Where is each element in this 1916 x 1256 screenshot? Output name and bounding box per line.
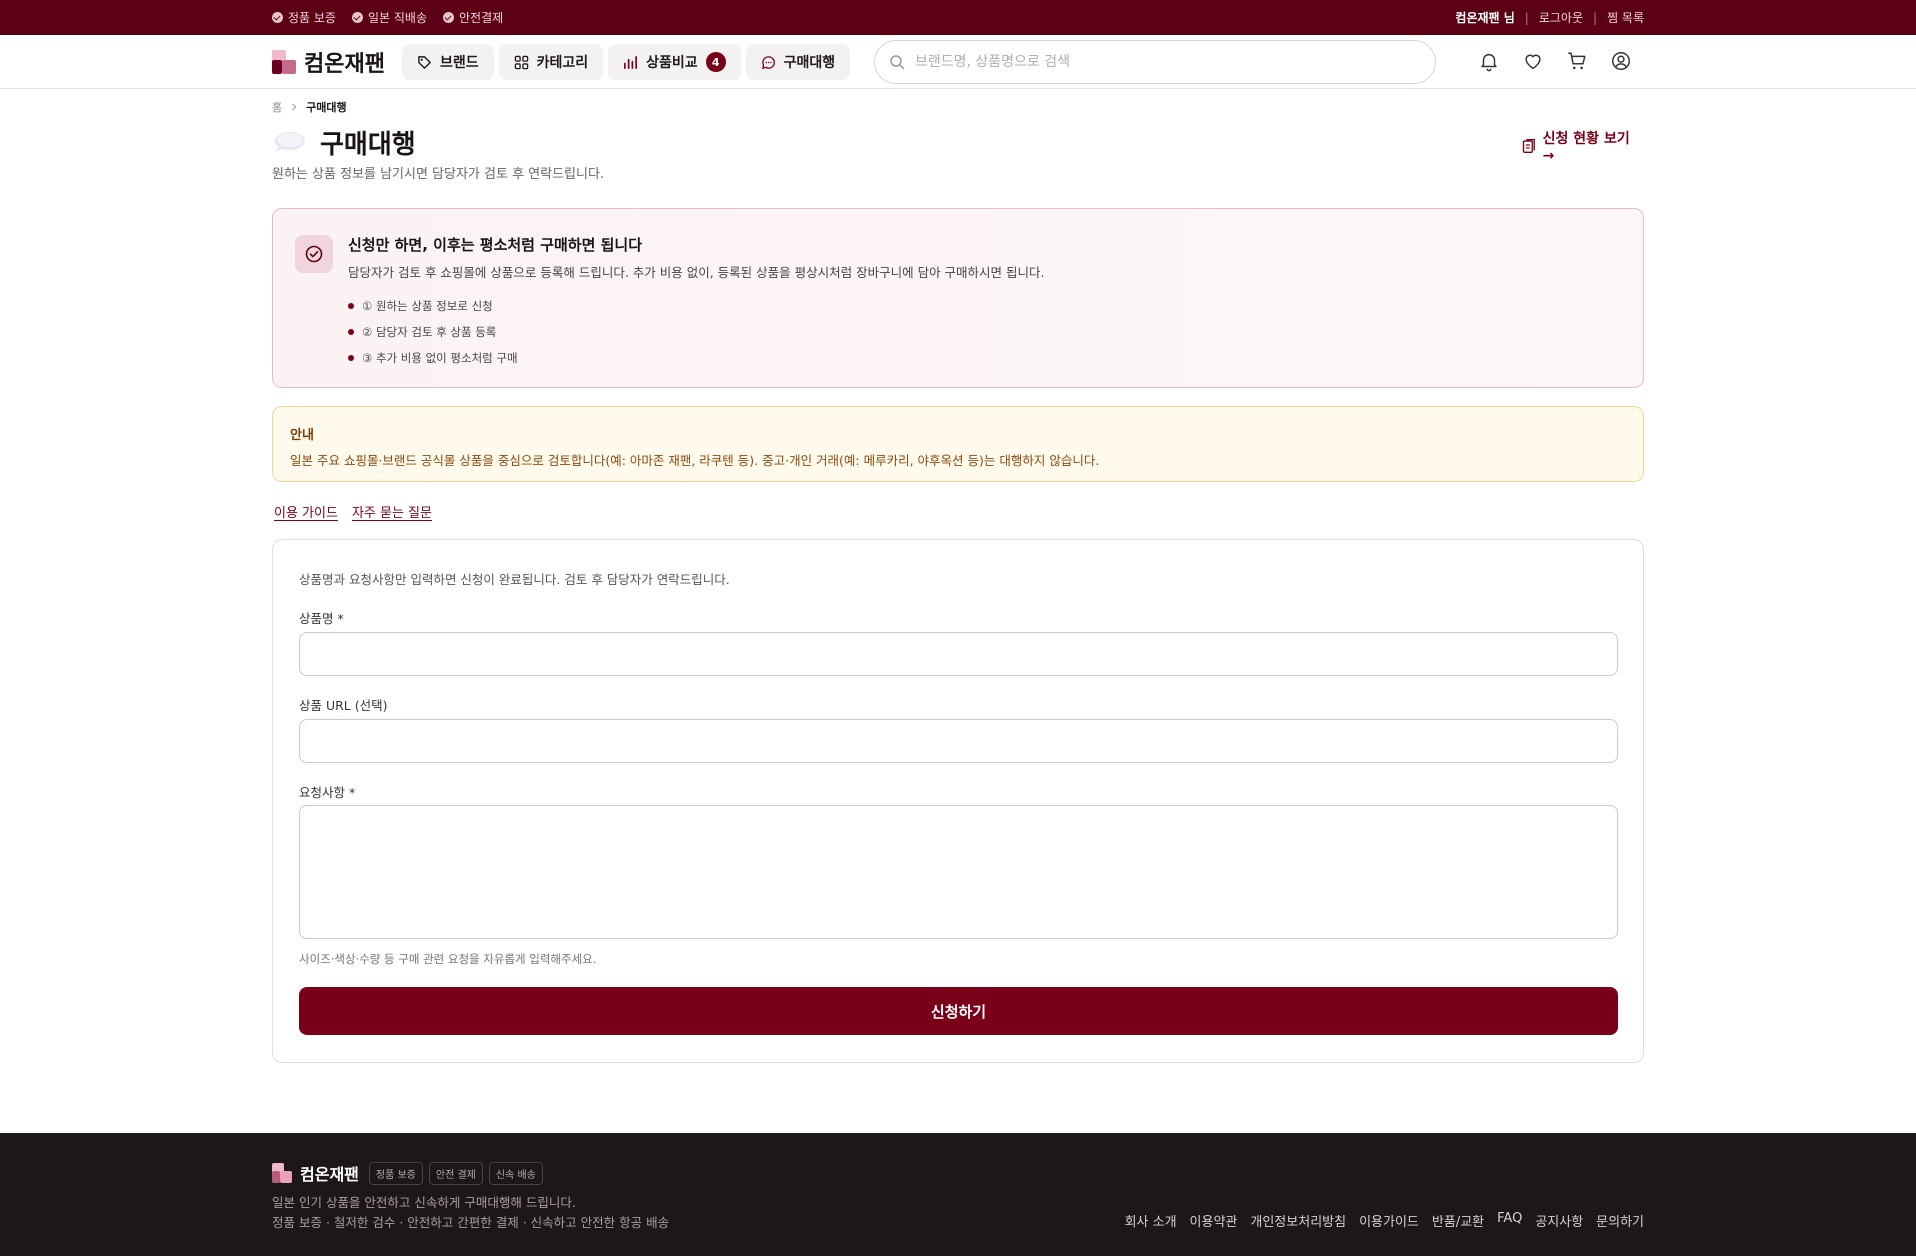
logo-mark-icon	[272, 50, 296, 74]
info-description: 담당자가 검토 후 쇼핑몰에 상품으로 등록해 드립니다. 추가 비용 없이, …	[348, 265, 1045, 280]
check-circle-icon	[443, 12, 454, 23]
user-icon[interactable]	[1610, 50, 1632, 72]
badge-authentic: 정품 보증	[272, 9, 336, 26]
step-item: ③ 추가 비용 없이 평소처럼 구매	[348, 345, 518, 371]
compare-count-badge: 4	[705, 52, 726, 72]
step-item: ① 원하는 상품 정보로 신청	[348, 293, 518, 319]
footer-logo: 컴온재팬 정품 보증 안전 결제 신속 배송	[272, 1161, 543, 1185]
footer-link-contact[interactable]: 문의하기	[1596, 1211, 1644, 1230]
logo-mark-icon	[272, 1163, 292, 1183]
application-status-link[interactable]: 신청 현황 보기 →	[1522, 128, 1644, 164]
tag-icon	[418, 55, 431, 69]
bullet-dot-icon	[348, 355, 354, 361]
footer-link-about[interactable]: 회사 소개	[1125, 1211, 1177, 1230]
footer-link-privacy[interactable]: 개인정보처리방침	[1250, 1211, 1346, 1230]
request-textarea[interactable]	[299, 805, 1618, 939]
page-subtitle: 원하는 상품 정보를 남기시면 담당자가 검토 후 연락드립니다.	[272, 167, 605, 182]
badge-direct-shipping: 일본 직배송	[351, 9, 427, 26]
footer-link-terms[interactable]: 이용약관	[1190, 1211, 1238, 1230]
top-bar: 정품 보증 일본 직배송 안전결제 컴온재팬 님 | 로그아웃 | 찜 목록	[0, 0, 1916, 35]
footer-description: 일본 인기 상품을 안전하고 신속하게 구매대행해 드립니다. 정품 보증 · …	[272, 1195, 670, 1230]
wishlist-link[interactable]: 찜 목록	[1607, 9, 1644, 26]
process-steps: ① 원하는 상품 정보로 신청 ② 담당자 검토 후 상품 등록 ③ 추가 비용…	[348, 293, 518, 371]
notice-title: 안내	[290, 428, 314, 443]
user-greeting: 컴온재팬 님	[1455, 11, 1515, 25]
request-hint: 사이즈·색상·수량 등 구매 관련 요청을 자유롭게 입력해주세요.	[299, 952, 597, 966]
notice-text: 일본 주요 쇼핑몰·브랜드 공식몰 상품을 중심으로 검토합니다(예: 아마존 …	[290, 453, 1100, 468]
footer-link-faq[interactable]: FAQ	[1497, 1211, 1522, 1230]
bar-chart-icon	[624, 55, 638, 69]
breadcrumb-home[interactable]: 홈	[272, 99, 282, 115]
nav-brand[interactable]: 브랜드	[401, 44, 494, 80]
cart-icon[interactable]	[1566, 50, 1588, 72]
product-name-input[interactable]	[299, 632, 1618, 676]
footer-link-guide[interactable]: 이용가이드	[1359, 1211, 1419, 1230]
search-input[interactable]	[915, 54, 1395, 70]
grid-icon	[514, 55, 528, 69]
footer-tag: 신속 배송	[488, 1161, 543, 1185]
footer-tag: 안전 결제	[428, 1161, 483, 1185]
badge-secure-payment: 안전결제	[443, 9, 503, 26]
request-label: 요청사항 *	[299, 785, 356, 800]
logout-link[interactable]: 로그아웃	[1539, 9, 1583, 26]
chevron-right-icon	[292, 103, 297, 111]
notice-box: 안내 일본 주요 쇼핑몰·브랜드 공식몰 상품을 중심으로 검토합니다(예: 아…	[272, 406, 1644, 482]
breadcrumb: 홈 구매대행	[272, 99, 1644, 115]
footer-tag: 정품 보증	[368, 1161, 423, 1185]
nav-purchase-agent[interactable]: 구매대행	[745, 44, 851, 80]
check-circle-icon	[295, 235, 333, 273]
chat-bubble-icon	[761, 55, 775, 69]
clipboard-icon	[1522, 138, 1535, 154]
purchase-request-form: 상품명과 요청사항만 입력하면 신청이 완료됩니다. 검토 후 담당자가 연락드…	[272, 539, 1644, 1063]
faq-link[interactable]: 자주 묻는 질문	[352, 502, 432, 521]
bullet-dot-icon	[348, 329, 354, 335]
page-title: 구매대행	[320, 129, 416, 160]
check-circle-icon	[351, 12, 363, 23]
bullet-dot-icon	[348, 303, 354, 309]
bell-icon[interactable]	[1478, 50, 1500, 72]
step-item: ② 담당자 검토 후 상품 등록	[348, 319, 518, 345]
submit-button[interactable]: 신청하기	[299, 987, 1618, 1035]
info-title: 신청만 하면, 이후는 평소처럼 구매하면 됩니다	[348, 236, 643, 254]
footer-links: 회사 소개 이용약관 개인정보처리방침 이용가이드 반품/교환 FAQ 공지사항…	[1125, 1211, 1644, 1230]
product-name-label: 상품명 *	[299, 611, 344, 626]
usage-guide-link[interactable]: 이용 가이드	[274, 502, 338, 521]
speech-bubble-icon	[275, 132, 305, 152]
site-logo[interactable]: 컴온재팬	[272, 46, 385, 78]
product-url-label: 상품 URL (선택)	[299, 698, 388, 713]
nav-compare[interactable]: 상품비교 4	[608, 44, 741, 80]
main-header: 컴온재팬 브랜드 카테고리 상품비교 4 구매대행	[0, 35, 1916, 89]
product-url-input[interactable]	[299, 719, 1618, 763]
help-links: 이용 가이드 자주 묻는 질문	[272, 502, 1644, 521]
nav-category[interactable]: 카테고리	[498, 44, 604, 80]
site-footer: 컴온재팬 정품 보증 안전 결제 신속 배송 일본 인기 상품을 안전하고 신속…	[0, 1133, 1916, 1256]
search-box[interactable]	[874, 40, 1436, 84]
footer-link-notice[interactable]: 공지사항	[1535, 1211, 1583, 1230]
breadcrumb-current: 구매대행	[306, 101, 347, 114]
search-icon	[890, 55, 905, 70]
check-circle-icon	[272, 12, 283, 23]
footer-link-returns[interactable]: 반품/교환	[1432, 1211, 1484, 1230]
heart-icon[interactable]	[1522, 50, 1544, 72]
process-info-card: 신청만 하면, 이후는 평소처럼 구매하면 됩니다 담당자가 검토 후 쇼핑몰에…	[272, 208, 1644, 388]
form-intro: 상품명과 요청사항만 입력하면 신청이 완료됩니다. 검토 후 담당자가 연락드…	[299, 572, 730, 587]
